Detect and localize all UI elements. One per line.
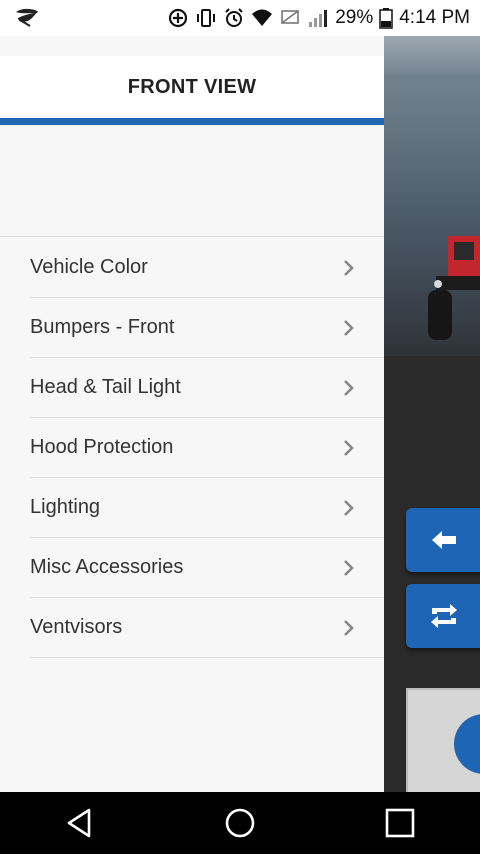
- nav-recents-button[interactable]: [340, 792, 460, 854]
- navigation-drawer: FRONT VIEW Vehicle Color Bumpers - Front…: [0, 36, 384, 792]
- back-icon: [67, 808, 91, 838]
- signal-icon: [309, 10, 328, 27]
- menu-item-lighting[interactable]: Lighting: [30, 478, 384, 538]
- chevron-right-icon: [344, 440, 354, 456]
- recents-icon: [385, 808, 415, 838]
- menu-item-misc-accessories[interactable]: Misc Accessories: [30, 538, 384, 598]
- chevron-right-icon: [344, 500, 354, 516]
- category-menu: Vehicle Color Bumpers - Front Head & Tai…: [0, 238, 384, 658]
- nav-back-button[interactable]: [20, 792, 140, 854]
- back-arrow-icon: [432, 531, 456, 549]
- vibrate-icon: [197, 9, 216, 27]
- menu-item-ventvisors[interactable]: Ventvisors: [30, 598, 384, 658]
- vehicle-photo: [384, 36, 480, 356]
- navigation-bar: [0, 792, 480, 854]
- drawer-accent-bar: [0, 118, 384, 125]
- menu-item-vehicle-color[interactable]: Vehicle Color: [30, 238, 384, 298]
- swap-icon: [431, 604, 457, 628]
- battery-icon: [379, 8, 393, 29]
- chevron-right-icon: [344, 380, 354, 396]
- chevron-right-icon: [344, 260, 354, 276]
- thumbnail-badge: [454, 714, 480, 774]
- data-saver-icon: [169, 8, 188, 28]
- drawer-title: FRONT VIEW: [127, 75, 257, 98]
- menu-item-hood-protection[interactable]: Hood Protection: [30, 418, 384, 478]
- menu-item-bumpers-front[interactable]: Bumpers - Front: [30, 298, 384, 358]
- menu-item-label: Head & Tail Light: [30, 376, 181, 398]
- status-bar: 29% 4:14 PM: [0, 0, 480, 36]
- status-icons: 29% 4:14 PM: [167, 0, 470, 36]
- menu-item-label: Misc Accessories: [30, 556, 184, 578]
- swap-view-button[interactable]: [406, 584, 480, 648]
- thumbnail-card[interactable]: [406, 688, 480, 792]
- background-app: [384, 36, 480, 792]
- back-arrow-button[interactable]: [406, 508, 480, 572]
- drawer-header: FRONT VIEW: [0, 56, 384, 118]
- jeep-image: [428, 236, 480, 340]
- menu-item-label: Vehicle Color: [30, 256, 148, 278]
- menu-item-label: Lighting: [30, 496, 101, 518]
- nav-home-button[interactable]: [180, 792, 300, 854]
- screen: 29% 4:14 PM FRONT VIEW Vehicle Color Bum…: [0, 0, 480, 854]
- menu-item-label: Hood Protection: [30, 436, 174, 458]
- battery-percent: 29%: [335, 7, 374, 28]
- chevron-right-icon: [344, 620, 354, 636]
- alarm-icon: [225, 8, 243, 27]
- clock: 4:14 PM: [399, 7, 470, 28]
- menu-item-head-tail-light[interactable]: Head & Tail Light: [30, 358, 384, 418]
- wifi-icon: [252, 9, 273, 26]
- drawer-spacer: [0, 125, 384, 237]
- menu-item-label: Ventvisors: [30, 616, 123, 638]
- chevron-right-icon: [344, 320, 354, 336]
- no-sim-icon: [281, 10, 300, 24]
- leaf-icon: [16, 8, 38, 27]
- home-icon: [225, 808, 255, 838]
- chevron-right-icon: [344, 560, 354, 576]
- menu-item-label: Bumpers - Front: [30, 316, 175, 338]
